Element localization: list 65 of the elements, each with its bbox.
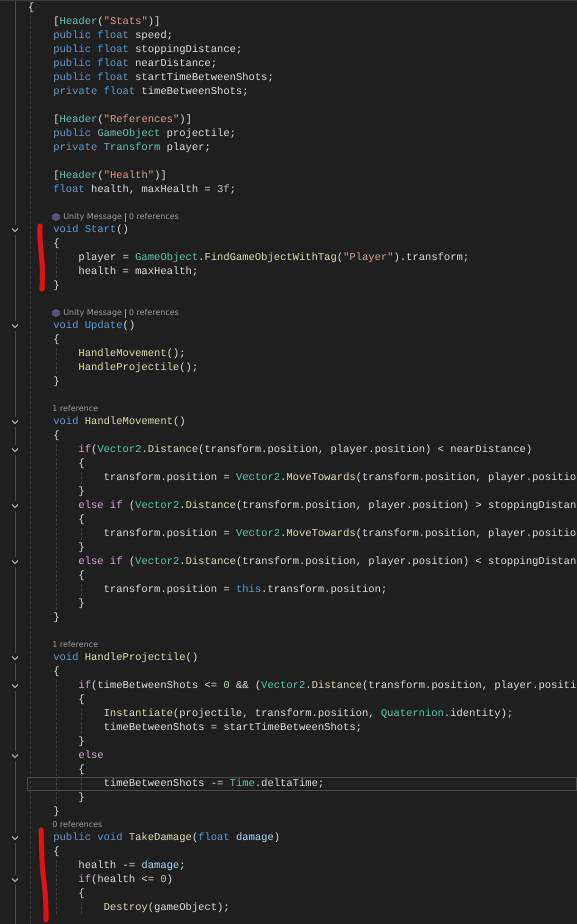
- code-line: {: [53, 666, 60, 678]
- code-line: {: [53, 238, 60, 250]
- code-line: if(Vector2.Distance(transform.position, player.position) < nearDistance): [78, 444, 532, 456]
- code-line: {: [78, 694, 85, 706]
- code-line: }: [53, 806, 60, 818]
- code-line: }: [53, 376, 60, 388]
- code-line: void HandleMovement(): [53, 416, 186, 428]
- code-line: void Update(): [53, 320, 136, 332]
- code-line: public float stoppingDistance;: [53, 44, 242, 56]
- code-line: Instantiate(projectile, transform.position, Quaternion.identity);: [104, 708, 514, 720]
- code-line: timeBetweenShots = startTimeBetweenShots;: [104, 722, 362, 734]
- code-line: }: [53, 612, 60, 624]
- code-line: {: [78, 514, 85, 526]
- code-line: if(health <= 0): [78, 874, 173, 886]
- code-line: private Transform player;: [53, 142, 211, 154]
- code-line: HandleProjectile();: [78, 362, 198, 374]
- reference-count[interactable]: 0 references: [52, 821, 102, 829]
- code-line: public float speed;: [53, 30, 173, 42]
- code-line: }: [78, 542, 85, 554]
- code-line: else if (Vector2.Distance(transform.position, player.position) > stoppingDistan: [78, 500, 576, 512]
- code-line: void HandleProjectile(): [53, 652, 198, 664]
- code-line: if(timeBetweenShots <= 0 && (Vector2.Distance(transform.position, player.positi: [78, 680, 576, 692]
- code-line: void Start(): [53, 224, 129, 236]
- reference-count[interactable]: 1 reference: [52, 405, 98, 413]
- code-line: player = GameObject.FindGameObjectWithTag("Player").transform;: [78, 252, 470, 264]
- code-line: health = maxHealth;: [78, 266, 198, 278]
- code-line: {: [78, 570, 85, 582]
- code-line: health -= damage;: [78, 860, 186, 872]
- code-line: float health, maxHealth = 3f;: [53, 184, 236, 196]
- code-line: {: [78, 888, 85, 900]
- cube-icon: [52, 309, 60, 317]
- code-line: Destroy(gameObject);: [104, 902, 230, 914]
- code-line: else: [78, 750, 104, 762]
- code-line: }: [78, 598, 85, 610]
- code-line: public GameObject projectile;: [53, 128, 236, 140]
- code-line: {: [53, 334, 60, 346]
- reference-count[interactable]: 1 reference: [52, 641, 98, 649]
- code-line: public float startTimeBetweenShots;: [53, 72, 274, 84]
- code-line: }: [78, 736, 85, 748]
- code-line: [Header("Health")]: [53, 170, 167, 182]
- marker-stroke-drawing: [36, 223, 48, 293]
- code-line: {: [78, 764, 85, 776]
- codelens-label[interactable]: Unity Message: [63, 213, 122, 221]
- code-line: {: [53, 430, 60, 442]
- cube-icon: [52, 213, 60, 221]
- code-line: [Header("Stats")]: [53, 16, 160, 28]
- code-line: transform.position = Vector2.MoveTowards(transform.position, player.positio: [104, 528, 576, 540]
- code-line: {: [53, 846, 60, 858]
- codelens-label[interactable]: Unity Message: [63, 309, 122, 317]
- code-line: }: [78, 792, 85, 804]
- code-line: HandleMovement();: [78, 348, 186, 360]
- code-line: [Header("References")]: [53, 114, 192, 126]
- code-line: transform.position = this.transform.position;: [104, 584, 388, 596]
- code-line: }: [78, 486, 85, 498]
- code-line: }: [53, 280, 60, 292]
- code-line: transform.position = Vector2.MoveTowards(transform.position, player.positio: [104, 472, 576, 484]
- code-line: {: [28, 2, 34, 14]
- code-line: public float nearDistance;: [53, 58, 218, 70]
- reference-count[interactable]: 0 references: [128, 309, 179, 317]
- code-line: private float timeBetweenShots;: [53, 86, 249, 98]
- code-line: public void TakeDamage(float damage): [53, 832, 280, 844]
- reference-count[interactable]: 0 references: [128, 213, 179, 221]
- code-line: {: [78, 458, 85, 470]
- code-line: else if (Vector2.Distance(transform.position, player.position) < stoppingDistan: [78, 556, 576, 568]
- code-line: timeBetweenShots -= Time.deltaTime;: [104, 778, 324, 790]
